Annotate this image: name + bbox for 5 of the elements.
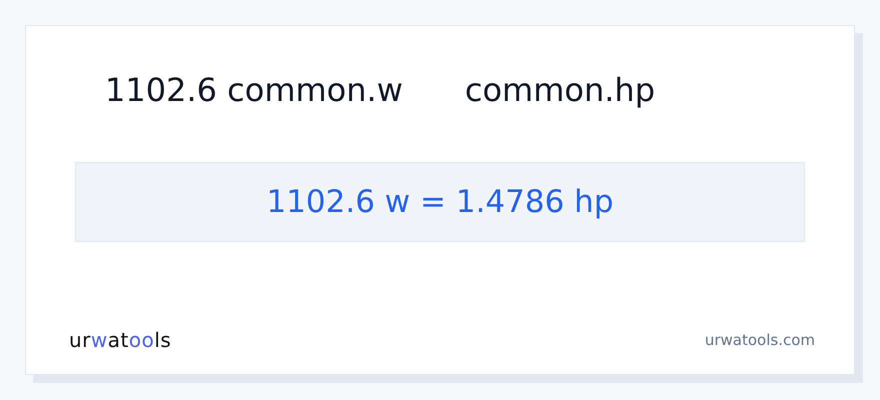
heading-text: common.hp <box>464 71 655 109</box>
logo: urwatools <box>69 328 172 352</box>
heading-text: 1102.6 common.w <box>105 71 403 109</box>
site-url: urwatools.com <box>704 331 815 349</box>
result-text: 1102.6 w = 1.4786 hp <box>75 162 805 242</box>
